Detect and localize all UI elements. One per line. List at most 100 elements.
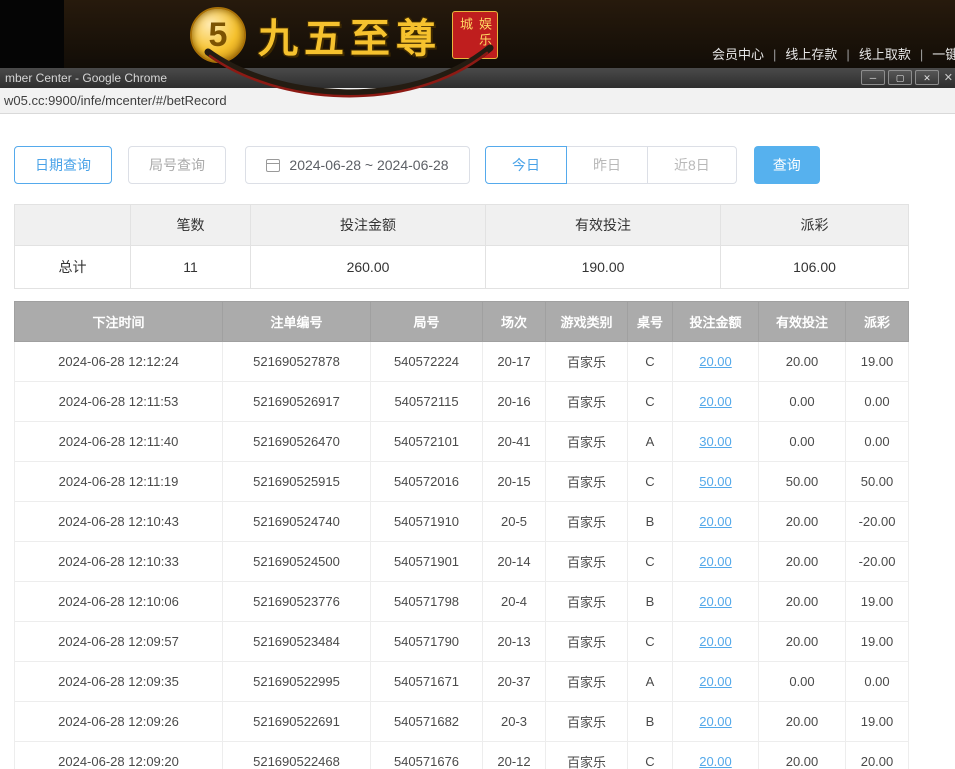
bet-time-cell: 2024-06-28 12:09:26 — [15, 702, 223, 742]
bet-amount-cell: 20.00 — [673, 662, 759, 702]
quick-range-group: 今日 昨日 近8日 — [485, 146, 737, 184]
bet-col-header: 场次 — [483, 302, 546, 342]
payout-cell: 19.00 — [846, 342, 909, 382]
page-content: 日期查询 局号查询 2024-06-28 ~ 2024-06-28 今日 昨日 … — [0, 114, 955, 769]
site-header: 5 九五至尊 娱乐城 会员中心线上存款线上取款一键恢复 — [0, 0, 955, 68]
round-no-cell: 540572224 — [371, 342, 483, 382]
minimize-icon[interactable]: ─ — [861, 70, 885, 85]
round-no-cell: 540571901 — [371, 542, 483, 582]
bet-amount-cell: 50.00 — [673, 462, 759, 502]
outer-close-icon[interactable]: ✕ — [944, 71, 953, 84]
today-button[interactable]: 今日 — [485, 146, 567, 184]
summary-col-payout: 派彩 — [721, 205, 909, 246]
game-type-cell: 百家乐 — [546, 542, 628, 582]
bet-time-cell: 2024-06-28 12:10:33 — [15, 542, 223, 582]
round-no-cell: 540572101 — [371, 422, 483, 462]
nav-item[interactable]: 一键恢复 — [932, 47, 955, 62]
bet-amount-cell: 20.00 — [673, 502, 759, 542]
bet-amount-link[interactable]: 50.00 — [699, 474, 732, 489]
nav-item[interactable]: 线上取款 — [859, 47, 932, 62]
bet-row: 2024-06-28 12:10:43521690524740540571910… — [15, 502, 909, 542]
bet-table-header-row: 下注时间注单编号局号场次游戏类别桌号投注金额有效投注派彩 — [15, 302, 909, 342]
bet-row: 2024-06-28 12:09:20521690522468540571676… — [15, 742, 909, 769]
bet-time-cell: 2024-06-28 12:10:43 — [15, 502, 223, 542]
bet-amount-cell: 20.00 — [673, 342, 759, 382]
bet-amount-link[interactable]: 20.00 — [699, 554, 732, 569]
order-no-cell: 521690526917 — [223, 382, 371, 422]
bet-amount-link[interactable]: 20.00 — [699, 514, 732, 529]
bet-row: 2024-06-28 12:10:33521690524500540571901… — [15, 542, 909, 582]
payout-cell: 19.00 — [846, 622, 909, 662]
bet-time-cell: 2024-06-28 12:11:53 — [15, 382, 223, 422]
bet-amount-link[interactable]: 20.00 — [699, 714, 732, 729]
bet-time-cell: 2024-06-28 12:09:57 — [15, 622, 223, 662]
screen: 5 九五至尊 娱乐城 会员中心线上存款线上取款一键恢复 mber Center … — [0, 0, 955, 769]
bet-amount-link[interactable]: 30.00 — [699, 434, 732, 449]
round-no-cell: 540571798 — [371, 582, 483, 622]
payout-cell: 0.00 — [846, 422, 909, 462]
valid-bet-cell: 0.00 — [759, 382, 846, 422]
table-no-cell: C — [628, 382, 673, 422]
session-cell: 20-15 — [483, 462, 546, 502]
table-no-cell: C — [628, 462, 673, 502]
session-cell: 20-4 — [483, 582, 546, 622]
summary-table: 笔数 投注金额 有效投注 派彩 总计 11 260.00 190.00 106.… — [14, 204, 909, 289]
round-no-cell: 540571910 — [371, 502, 483, 542]
valid-bet-cell: 20.00 — [759, 622, 846, 662]
date-query-button[interactable]: 日期查询 — [14, 146, 112, 184]
game-type-cell: 百家乐 — [546, 742, 628, 769]
session-cell: 20-5 — [483, 502, 546, 542]
session-cell: 20-37 — [483, 662, 546, 702]
payout-cell: 0.00 — [846, 662, 909, 702]
round-no-cell: 540571790 — [371, 622, 483, 662]
site-logo: 5 九五至尊 娱乐城 — [190, 6, 498, 64]
valid-bet-cell: 20.00 — [759, 342, 846, 382]
bet-amount-cell: 20.00 — [673, 382, 759, 422]
valid-bet-cell: 50.00 — [759, 462, 846, 502]
nav-item[interactable]: 会员中心 — [712, 47, 785, 62]
summary-total-valid: 190.00 — [486, 246, 721, 289]
bet-amount-cell: 20.00 — [673, 702, 759, 742]
nav-item[interactable]: 线上存款 — [785, 47, 858, 62]
game-type-cell: 百家乐 — [546, 422, 628, 462]
game-type-cell: 百家乐 — [546, 622, 628, 662]
table-no-cell: A — [628, 422, 673, 462]
session-cell: 20-41 — [483, 422, 546, 462]
close-icon[interactable]: ✕ — [915, 70, 939, 85]
order-no-cell: 521690523776 — [223, 582, 371, 622]
yesterday-button[interactable]: 昨日 — [566, 146, 648, 184]
bet-row: 2024-06-28 12:11:40521690526470540572101… — [15, 422, 909, 462]
bet-time-cell: 2024-06-28 12:09:35 — [15, 662, 223, 702]
window-controls: ─ ▢ ✕ — [861, 70, 939, 85]
bet-amount-link[interactable]: 20.00 — [699, 674, 732, 689]
order-no-cell: 521690522995 — [223, 662, 371, 702]
window-title: mber Center - Google Chrome — [5, 71, 167, 85]
logo-badge: 娱乐城 — [452, 11, 498, 59]
bet-col-header: 投注金额 — [673, 302, 759, 342]
round-no-cell: 540571682 — [371, 702, 483, 742]
bet-row: 2024-06-28 12:11:53521690526917540572115… — [15, 382, 909, 422]
order-no-cell: 521690522468 — [223, 742, 371, 769]
last-8-days-button[interactable]: 近8日 — [647, 146, 737, 184]
bet-amount-link[interactable]: 20.00 — [699, 754, 732, 769]
corner-block — [0, 0, 64, 68]
calendar-icon — [266, 159, 280, 172]
bet-amount-link[interactable]: 20.00 — [699, 634, 732, 649]
date-range-input[interactable]: 2024-06-28 ~ 2024-06-28 — [245, 146, 470, 184]
round-no-cell: 540572115 — [371, 382, 483, 422]
table-no-cell: B — [628, 502, 673, 542]
bet-amount-link[interactable]: 20.00 — [699, 594, 732, 609]
session-cell: 20-16 — [483, 382, 546, 422]
search-button[interactable]: 查询 — [754, 146, 820, 184]
bet-amount-link[interactable]: 20.00 — [699, 354, 732, 369]
game-type-cell: 百家乐 — [546, 702, 628, 742]
bet-col-header: 游戏类别 — [546, 302, 628, 342]
table-no-cell: B — [628, 582, 673, 622]
bet-amount-link[interactable]: 20.00 — [699, 394, 732, 409]
round-query-button[interactable]: 局号查询 — [128, 146, 226, 184]
bet-col-header: 派彩 — [846, 302, 909, 342]
game-type-cell: 百家乐 — [546, 582, 628, 622]
maximize-icon[interactable]: ▢ — [888, 70, 912, 85]
summary-header-row: 笔数 投注金额 有效投注 派彩 — [15, 205, 909, 246]
browser-urlbar[interactable]: w05.cc:9900/infe/mcenter/#/betRecord — [0, 88, 955, 114]
